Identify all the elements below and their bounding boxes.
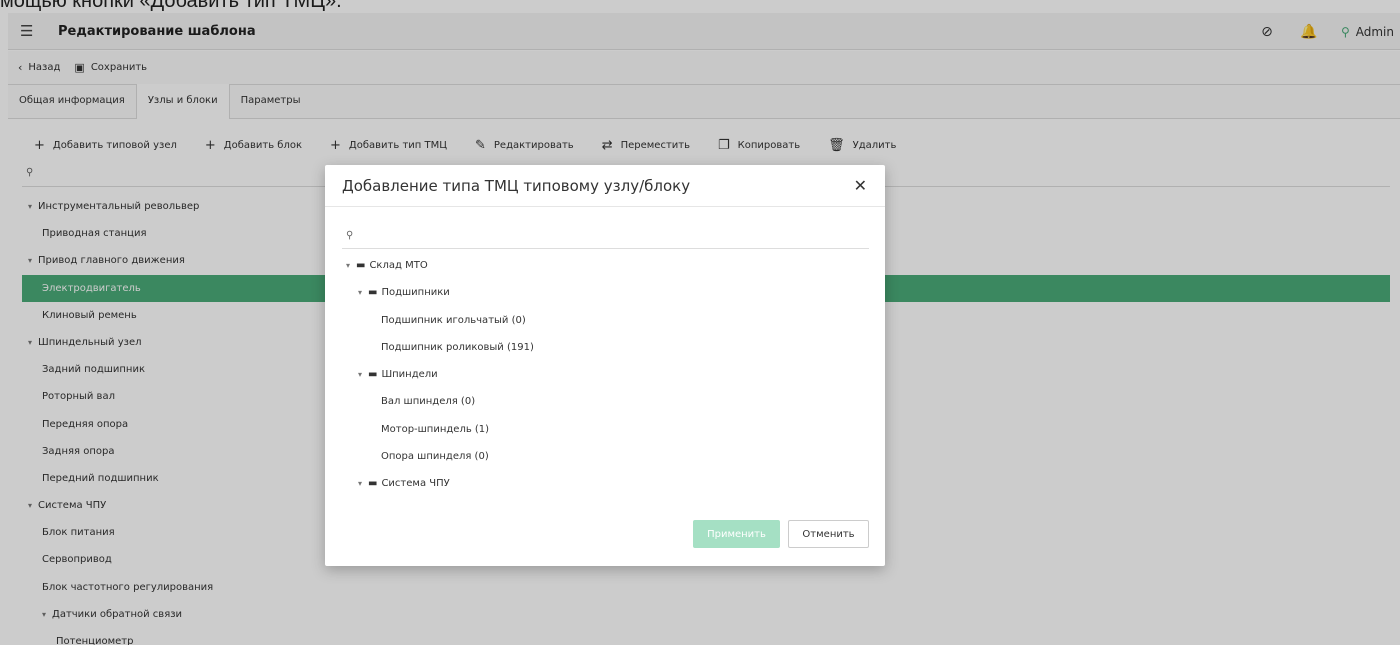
close-icon[interactable]: ✕ bbox=[854, 176, 867, 195]
tree-folder[interactable]: ▾ ▬ Подшипники bbox=[342, 279, 869, 306]
tree-folder[interactable]: ▾ ▬ Система ЧПУ bbox=[342, 470, 869, 497]
dialog-header: Добавление типа ТМЦ типовому узлу/блоку … bbox=[325, 165, 885, 207]
tree-item[interactable]: Мотор-шпиндель (1) bbox=[342, 416, 869, 443]
add-tmc-type-dialog: Добавление типа ТМЦ типовому узлу/блоку … bbox=[325, 165, 885, 566]
folder-open-icon: ▬ bbox=[368, 478, 378, 490]
caret-down-icon[interactable]: ▾ bbox=[358, 279, 368, 306]
dialog-search-input[interactable]: ⚲ bbox=[342, 223, 869, 249]
tree-item[interactable]: Подшипник игольчатый (0) bbox=[342, 307, 869, 334]
apply-button[interactable]: Применить bbox=[693, 520, 780, 548]
folder-open-icon: ▬ bbox=[368, 369, 378, 381]
tree-item[interactable]: Вал шпинделя (0) bbox=[342, 388, 869, 415]
dialog-title: Добавление типа ТМЦ типовому узлу/блоку bbox=[342, 176, 691, 195]
tree-folder[interactable]: ▾ ▬ Шпиндели bbox=[342, 361, 869, 388]
tree-item[interactable]: Подшипник роликовый (191) bbox=[342, 334, 869, 361]
search-icon: ⚲ bbox=[346, 230, 354, 241]
caret-down-icon[interactable]: ▾ bbox=[358, 361, 368, 388]
cancel-button[interactable]: Отменить bbox=[788, 520, 869, 548]
tmc-type-tree: ▾ ▬ Склад МТО ▾ ▬ Подшипники Подшипник иголь… bbox=[342, 252, 869, 498]
caret-down-icon[interactable]: ▾ bbox=[358, 470, 368, 497]
tree-folder[interactable]: ▾ ▬ Склад МТО bbox=[342, 252, 869, 279]
tree-item[interactable]: Опора шпинделя (0) bbox=[342, 443, 869, 470]
dialog-footer: Применить Отменить bbox=[693, 520, 869, 548]
folder-open-icon: ▬ bbox=[368, 287, 378, 299]
folder-open-icon: ▬ bbox=[356, 260, 366, 271]
caret-down-icon[interactable]: ▾ bbox=[346, 252, 356, 279]
